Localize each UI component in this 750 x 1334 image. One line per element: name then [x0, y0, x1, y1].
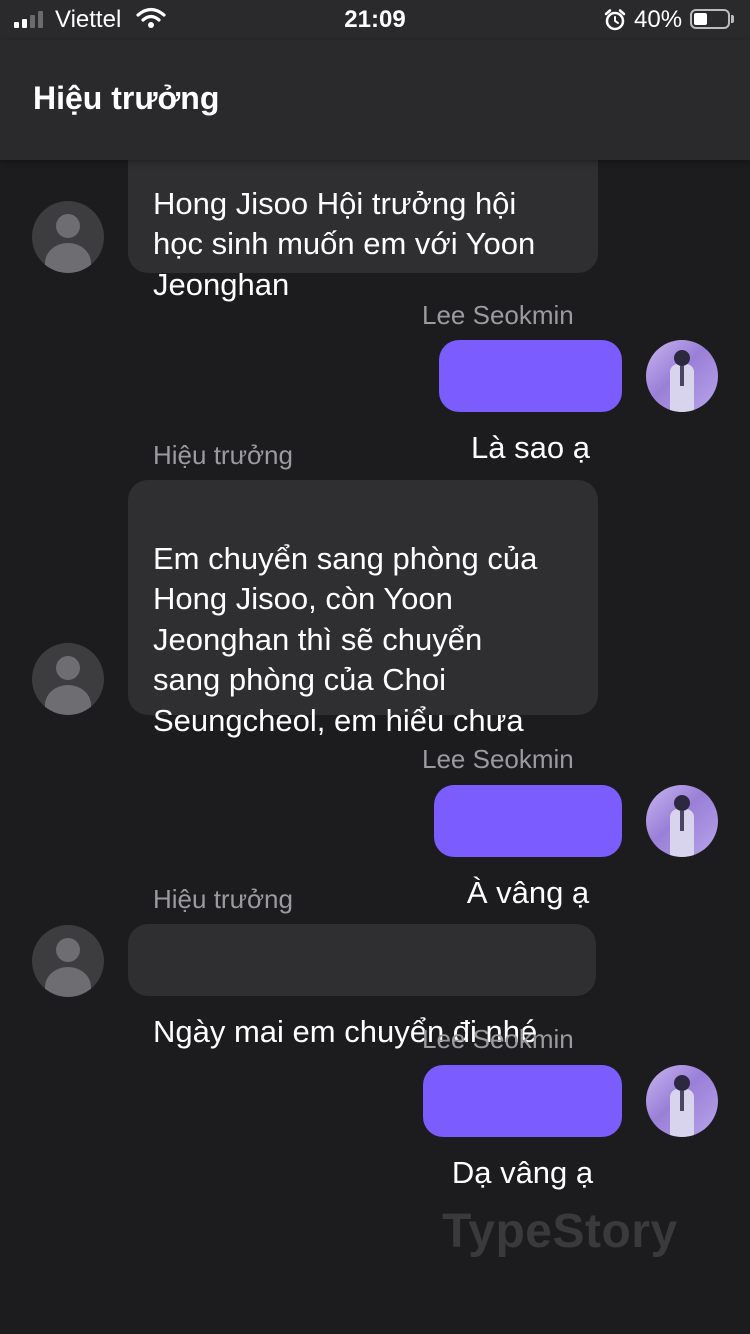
sender-name: Lee Seokmin: [422, 1024, 574, 1054]
message-text: Là sao ạ: [471, 430, 590, 465]
avatar-figure-head: [674, 795, 690, 811]
message-text: Dạ vâng ạ: [451, 1155, 594, 1190]
message-text: Em chuyển sang phòng của Hong Jisoo, còn…: [153, 540, 538, 738]
sender-name: Lee Seokmin: [422, 744, 574, 774]
avatar-figure-head: [674, 1075, 690, 1091]
avatar-figure-mic: [680, 366, 684, 386]
sender-name: Hiệu trưởng: [153, 440, 293, 470]
typestory-watermark: TypeStory: [442, 1205, 678, 1258]
sender-name: Hiệu trưởng: [153, 884, 293, 914]
battery-fill: [694, 13, 707, 25]
outgoing-message-bubble[interactable]: Là sao ạ: [439, 340, 622, 465]
battery-cap: [731, 15, 734, 23]
avatar-figure-head: [674, 350, 690, 366]
outgoing-message-bubble[interactable]: À vâng ạ: [434, 785, 622, 910]
person-icon-body: [45, 685, 91, 715]
person-icon-head: [56, 214, 80, 238]
battery-percent: 40%: [634, 6, 683, 33]
contact-avatar[interactable]: [32, 643, 104, 715]
user-avatar[interactable]: [646, 1065, 718, 1137]
outgoing-message-bubble[interactable]: Dạ vâng ạ: [423, 1065, 622, 1190]
message-list[interactable]: Hong Jisoo Hội trưởng hội học sinh muốn …: [0, 0, 750, 1334]
person-icon-body: [45, 967, 91, 997]
incoming-message-bubble[interactable]: Em chuyển sang phòng của Hong Jisoo, còn…: [128, 480, 598, 738]
contact-avatar[interactable]: [32, 201, 104, 273]
message-text: Hong Jisoo Hội trưởng hội học sinh muốn …: [153, 185, 536, 302]
chat-header: Hiệu trưởng: [0, 40, 750, 160]
alarm-icon: [603, 8, 627, 37]
message-text: À vâng ạ: [466, 875, 590, 910]
incoming-message-bubble[interactable]: Ngày mai em chuyển đi nhé: [128, 924, 596, 1049]
status-bar: Viettel 21:09 40%: [0, 0, 750, 40]
chat-title: Hiệu trưởng: [33, 80, 220, 116]
user-avatar[interactable]: [646, 785, 718, 857]
avatar-figure-mic: [680, 811, 684, 831]
sender-name: Lee Seokmin: [422, 300, 574, 330]
contact-avatar[interactable]: [32, 925, 104, 997]
person-icon-head: [56, 656, 80, 680]
battery-icon: [690, 9, 730, 29]
person-icon-body: [45, 243, 91, 273]
person-icon-head: [56, 938, 80, 962]
avatar-figure-mic: [680, 1091, 684, 1111]
user-avatar[interactable]: [646, 340, 718, 412]
